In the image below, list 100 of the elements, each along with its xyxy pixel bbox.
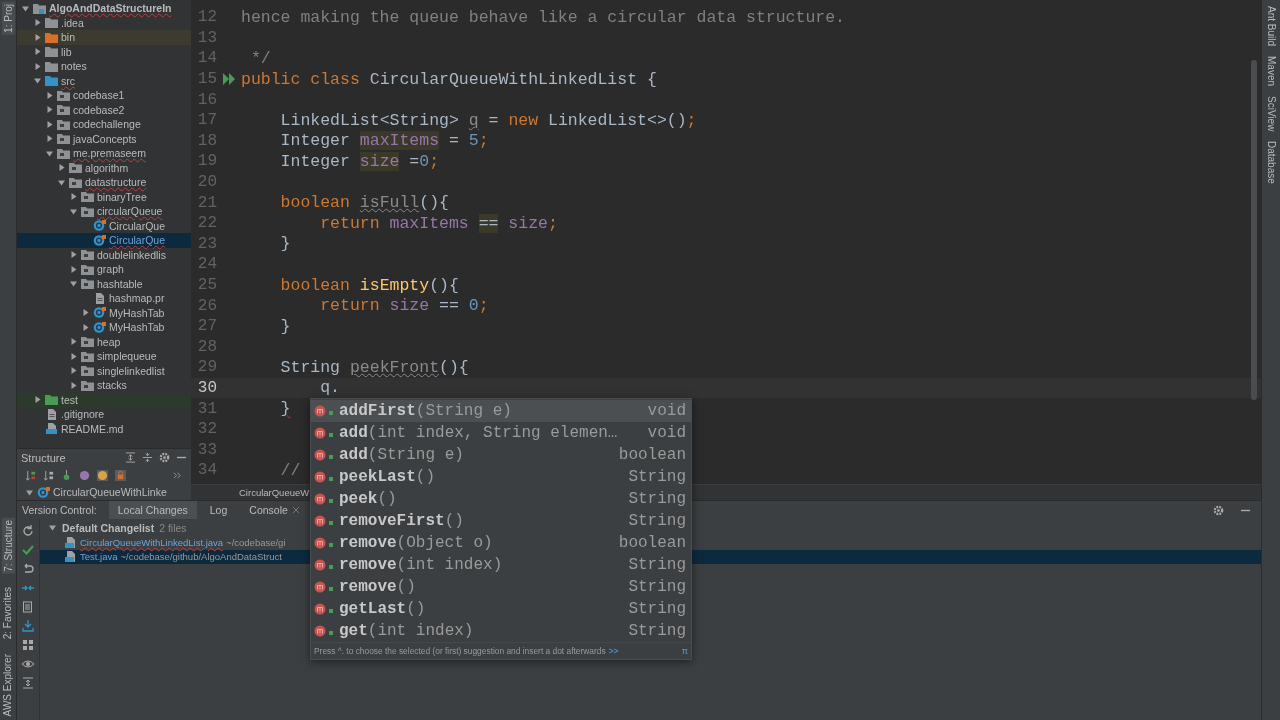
completion-item[interactable]: peek() String: [311, 488, 691, 510]
breadcrumb[interactable]: CircularQueueW: [239, 487, 310, 498]
collapsed-arrow-icon[interactable]: [69, 366, 78, 376]
collapsed-arrow-icon[interactable]: [45, 90, 54, 100]
tree-item[interactable]: stacks: [17, 378, 191, 393]
completion-item[interactable]: remove() String: [311, 576, 691, 598]
tool-window-tab[interactable]: Database: [1265, 141, 1277, 185]
collapsed-arrow-icon[interactable]: [69, 250, 78, 260]
tree-item[interactable]: bin: [17, 30, 191, 45]
tool-window-tab[interactable]: Ant Build: [1265, 6, 1277, 47]
structure-item[interactable]: CircularQueueWithLinke: [17, 484, 167, 500]
tree-item[interactable]: singlelinkedlist: [17, 363, 191, 378]
tool-window-tab[interactable]: 7: Structure: [1, 517, 15, 574]
tree-item[interactable]: circularQueue: [17, 204, 191, 219]
collapsed-arrow-icon[interactable]: [45, 119, 54, 129]
tree-item[interactable]: javaConcepts: [17, 131, 191, 146]
tree-item[interactable]: datastructure: [17, 175, 191, 190]
tree-item[interactable]: MyHashTab: [17, 320, 191, 335]
completion-item[interactable]: removeFirst() String: [311, 510, 691, 532]
expanded-arrow-icon[interactable]: [69, 279, 78, 289]
tree-item[interactable]: codechallenge: [17, 117, 191, 132]
settings-icon[interactable]: [159, 452, 170, 463]
completion-item[interactable]: add(String e) boolean: [311, 444, 691, 466]
tab[interactable]: Console: [240, 501, 309, 519]
expand-icon[interactable]: [22, 677, 34, 689]
tool-window-tab[interactable]: Maven: [1265, 56, 1277, 87]
collapsed-arrow-icon[interactable]: [33, 32, 42, 42]
tree-item[interactable]: .gitignore: [17, 407, 191, 422]
collapsed-arrow-icon[interactable]: [69, 380, 78, 390]
tree-item[interactable]: doublelinkedlis: [17, 247, 191, 262]
collapsed-arrow-icon[interactable]: [81, 308, 90, 318]
close-icon[interactable]: [291, 506, 300, 514]
tool-window-tab[interactable]: SciView: [1265, 96, 1277, 132]
collapsed-arrow-icon[interactable]: [33, 47, 42, 57]
expanded-arrow-icon[interactable]: [48, 523, 57, 532]
tree-item[interactable]: README.md: [17, 421, 191, 436]
collapsed-arrow-icon[interactable]: [81, 322, 90, 332]
collapsed-arrow-icon[interactable]: [33, 61, 42, 71]
completion-item[interactable]: add(int index, String elemen… void: [311, 422, 691, 444]
collapsed-arrow-icon[interactable]: [45, 105, 54, 115]
tree-item[interactable]: CircularQue: [17, 233, 191, 248]
download-icon[interactable]: [22, 620, 34, 632]
refresh-icon[interactable]: [22, 525, 34, 537]
completion-item[interactable]: remove(Object o) boolean: [311, 532, 691, 554]
tree-item[interactable]: codebase2: [17, 102, 191, 117]
completion-item[interactable]: addFirst(String e) void: [311, 400, 691, 422]
tree-item[interactable]: me.premaseem: [17, 146, 191, 161]
tree-item[interactable]: CircularQue: [17, 218, 191, 233]
tree-item[interactable]: simplequeue: [17, 349, 191, 364]
tree-item[interactable]: hashtable: [17, 276, 191, 291]
tree-item[interactable]: AlgoAndDataStructureIn: [17, 1, 191, 16]
tool-window-tab[interactable]: AWS Explorer: [1, 653, 15, 716]
tree-item[interactable]: src: [17, 73, 191, 88]
collapsed-arrow-icon[interactable]: [69, 337, 78, 347]
lock-icon[interactable]: [115, 469, 126, 481]
undo-icon[interactable]: [22, 563, 34, 575]
tool-window-tab[interactable]: 1: Proj: [1, 2, 15, 35]
changelist-item[interactable]: Default Changelist 2 files: [48, 520, 187, 535]
completion-item[interactable]: get(int index) String: [311, 620, 691, 642]
collapsed-arrow-icon[interactable]: [69, 192, 78, 202]
tree-item[interactable]: algorithm: [17, 160, 191, 175]
tree-item[interactable]: .idea: [17, 15, 191, 30]
collapsed-arrow-icon[interactable]: [33, 18, 42, 28]
collapsed-arrow-icon[interactable]: [69, 351, 78, 361]
tree-item[interactable]: heap: [17, 334, 191, 349]
tab[interactable]: Local Changes: [108, 501, 197, 519]
tree-item[interactable]: hashmap.pr: [17, 291, 191, 306]
code-line: }: [279, 316, 291, 336]
collapsed-arrow-icon[interactable]: [33, 395, 42, 405]
document-icon[interactable]: [22, 601, 34, 613]
grid-icon[interactable]: [22, 639, 34, 651]
collapsed-arrow-icon[interactable]: [69, 264, 78, 274]
tool-window-tab[interactable]: 2: Favorites: [1, 587, 15, 640]
settings-icon[interactable]: [1213, 504, 1224, 516]
expand-all-icon[interactable]: [125, 452, 136, 463]
run-icon[interactable]: [223, 73, 237, 86]
tab[interactable]: Log: [200, 501, 237, 519]
collapsed-arrow-icon[interactable]: [45, 134, 54, 144]
completion-item[interactable]: remove(int index) String: [311, 554, 691, 576]
more-icon[interactable]: [172, 469, 183, 481]
check-icon[interactable]: [22, 544, 34, 556]
tree-item[interactable]: lib: [17, 44, 191, 59]
tree-item[interactable]: codebase1: [17, 88, 191, 103]
collapsed-arrow-icon[interactable]: [57, 163, 66, 173]
tree-item[interactable]: MyHashTab: [17, 305, 191, 320]
eye-icon[interactable]: [22, 658, 34, 670]
collapse-all-icon[interactable]: [142, 452, 153, 463]
more-link[interactable]: >>: [608, 646, 619, 656]
completion-item[interactable]: getLast() String: [311, 598, 691, 620]
changed-file[interactable]: Test.java ~/codebase/github/AlgoAndDataStruct: [64, 549, 282, 564]
tree-item[interactable]: binaryTree: [17, 189, 191, 204]
expanded-arrow-icon[interactable]: [33, 76, 42, 86]
sort-icon[interactable]: [25, 469, 36, 481]
tree-item[interactable]: notes: [17, 59, 191, 74]
completion-item[interactable]: peekLast() String: [311, 466, 691, 488]
tree-item[interactable]: test: [17, 392, 191, 407]
changed-file[interactable]: CircularQueueWithLinkedList.java ~/codebase/gi: [64, 535, 286, 550]
sort-alphabetical-icon[interactable]: [43, 469, 54, 481]
tree-item[interactable]: graph: [17, 262, 191, 277]
pin-icon[interactable]: π: [681, 646, 688, 656]
